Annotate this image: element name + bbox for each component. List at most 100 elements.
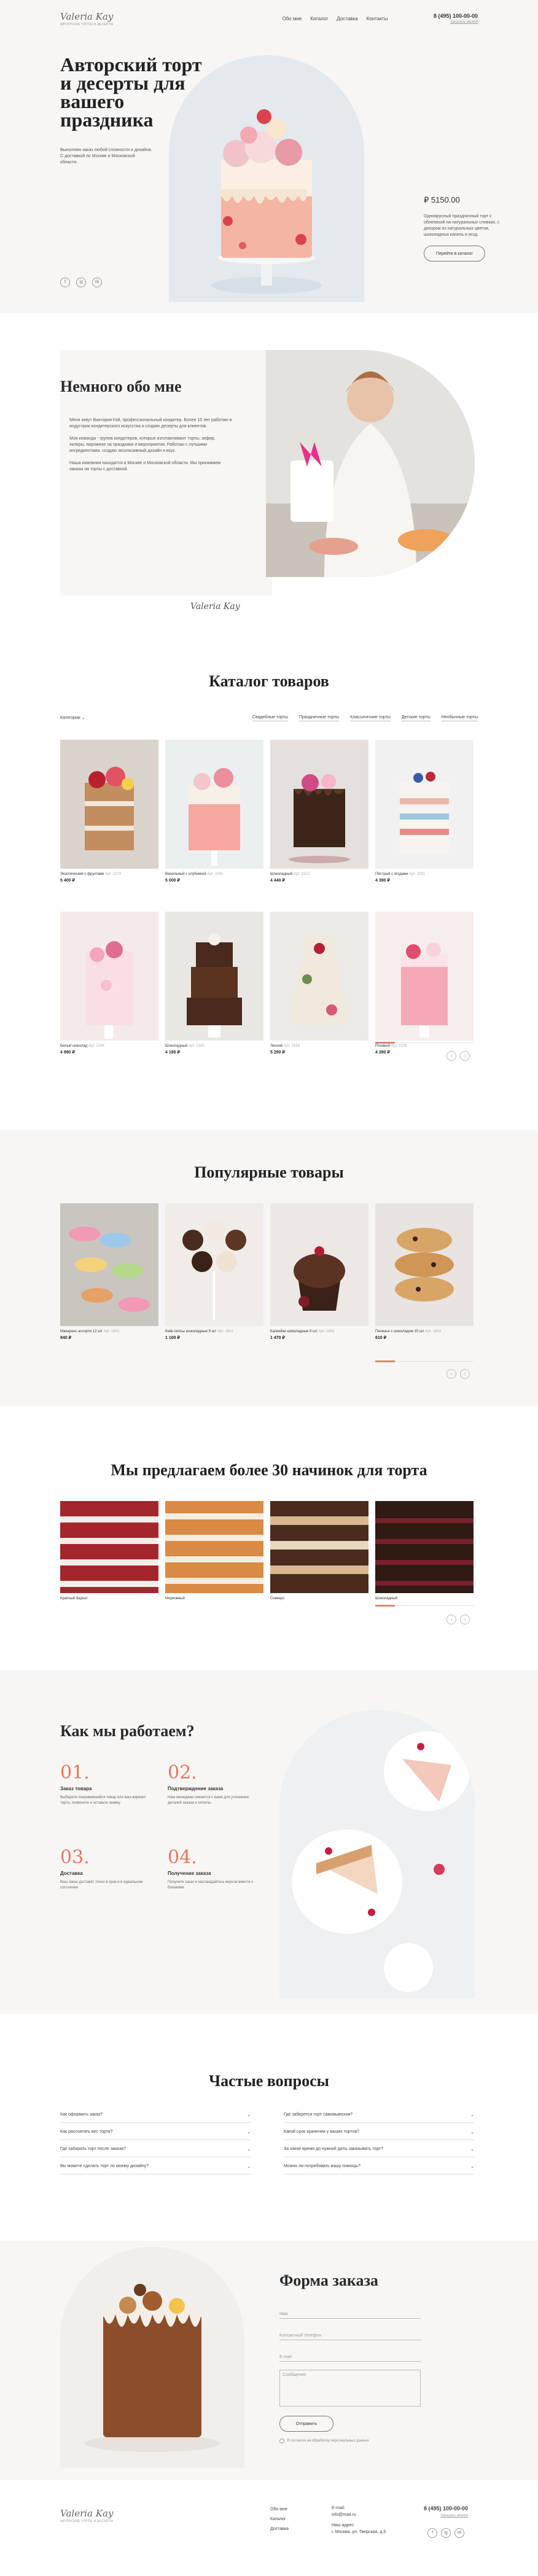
category-label: Категории (60, 716, 80, 720)
nav-item-catalog[interactable]: Каталог (310, 16, 328, 21)
next-arrow-icon[interactable]: › (460, 1051, 470, 1061)
logo[interactable]: Valeria Kay АВТОРСКИЕ ТОРТЫ И ДЕСЕРТЫ (60, 11, 114, 26)
logo-tagline: АВТОРСКИЕ ТОРТЫ И ДЕСЕРТЫ (60, 2520, 114, 2523)
phone-field[interactable]: Контактный телефон (279, 2327, 421, 2340)
email-label: E-mail: (332, 2506, 345, 2510)
step-title: Заказ товара (60, 1786, 92, 1791)
faq-question[interactable]: Какой срок хранения у ваших тортов? ⌄ (284, 2124, 474, 2140)
faq-question[interactable]: Можно ли потребовать вашу помощь? ⌄ (284, 2159, 474, 2174)
product-card[interactable]: Шоколадный Арт. 2180 4 190 ₽ (165, 912, 263, 1055)
filter-unusual[interactable]: Необычные торты (441, 715, 478, 721)
email-value[interactable]: info@mail.ru (332, 2512, 386, 2518)
how-title: Как мы работаем? (60, 1722, 195, 1740)
facebook-icon[interactable]: f (427, 2528, 438, 2538)
filling-card[interactable]: Шоколадный (375, 1501, 474, 1600)
footer-callback[interactable]: Заказать звонок (424, 2512, 468, 2520)
product-price: 5 400 ₽ (60, 879, 75, 883)
product-article: Арт. 2278 (105, 872, 122, 876)
instagram-icon[interactable]: ig (441, 2528, 451, 2538)
footer-link-catalog[interactable]: Каталог (270, 2515, 289, 2524)
about-paragraph: Меня зовут Виктория Кэй, профессиональны… (69, 418, 232, 429)
footer-contact-right: 8 (495) 100-00-00 Заказать звонок f ig vk (424, 2505, 468, 2538)
filling-image (165, 1501, 263, 1593)
step-number: 04. (168, 1847, 197, 1868)
filling-name: Шоколадный (375, 1597, 398, 1600)
popular-scroll-bar[interactable] (375, 1360, 474, 1362)
footer-contacts: E-mail: info@mail.ru Наш адрес: г. Москв… (332, 2505, 386, 2535)
product-card[interactable]: Печенье с шоколадом 10 шт Арт. 1804 610 … (375, 1203, 474, 1340)
next-arrow-icon[interactable]: › (460, 1369, 470, 1379)
about-title: Немного обо мне (60, 378, 182, 395)
prev-arrow-icon[interactable]: ‹ (446, 1369, 456, 1379)
filling-card[interactable]: Морковный (165, 1501, 263, 1600)
faq-question[interactable]: За какое время до нужной даты заказывать… (284, 2141, 474, 2157)
product-image (375, 1203, 474, 1326)
product-card[interactable]: Экзотический с фруктами Арт. 2278 5 400 … (60, 740, 158, 883)
faq-question[interactable]: Где забирать торт после заказа? ⌄ (60, 2141, 251, 2157)
page: Valeria Kay АВТОРСКИЕ ТОРТЫ И ДЕСЕРТЫ Об… (0, 0, 538, 2576)
instagram-icon[interactable]: ig (76, 277, 86, 287)
filter-wedding[interactable]: Свадебные торты (252, 715, 289, 721)
about-paragraph: Наша компания находится в Москве и Моско… (69, 461, 221, 471)
footer-link-delivery[interactable]: Доставка (270, 2524, 289, 2534)
nav-item-contacts[interactable]: Контакты (367, 16, 388, 21)
callback-link[interactable]: Заказать звонок (434, 20, 478, 24)
filter-kids[interactable]: Детские торты (401, 715, 431, 721)
name-field[interactable]: Имя (279, 2305, 421, 2319)
product-price: 4 390 ₽ (375, 879, 390, 883)
step-text: Получите заказ и наслаждайтесь вкусом вм… (168, 1880, 254, 1890)
filling-card[interactable]: Красный бархат (60, 1501, 158, 1600)
product-card[interactable]: Белый шоколад Арт. 2194 4 990 ₽ (60, 912, 158, 1055)
phone-number[interactable]: 8 (495) 100-00-00 (434, 13, 478, 19)
go-to-catalog-button[interactable]: Перейти в каталог (424, 246, 485, 262)
product-image (165, 740, 263, 869)
vk-icon[interactable]: vk (454, 2528, 465, 2538)
product-card[interactable]: Капкейки шоколадные 6 шт Арт. 1803 1 470… (270, 1203, 368, 1340)
facebook-icon[interactable]: f (60, 277, 70, 287)
chevron-down-icon: ⌄ (247, 2130, 251, 2135)
faq-question-text: Вы можете сделать торт по моему дизайну? (60, 2164, 149, 2168)
product-price: 610 ₽ (375, 1336, 387, 1340)
product-article: Арт. 2168 (283, 1044, 300, 1048)
nav-item-delivery[interactable]: Доставка (337, 16, 357, 21)
step-number: 02. (168, 1762, 197, 1783)
submit-button[interactable]: Отправить (279, 2416, 333, 2432)
nav-item-about[interactable]: Обо мне (282, 16, 302, 21)
faq-question-text: Где забирать торт после заказа? (60, 2147, 126, 2151)
footer-logo[interactable]: Valeria Kay АВТОРСКИЕ ТОРТЫ И ДЕСЕРТЫ (60, 2508, 114, 2523)
prev-arrow-icon[interactable]: ‹ (446, 1615, 456, 1624)
faq-question[interactable]: Где заберется торт самовывозом? ⌄ (284, 2107, 474, 2123)
product-card[interactable]: Розовый Арт. 2156 4 390 ₽ (375, 912, 474, 1055)
faq-question[interactable]: Как рассчитать вес торта? ⌄ (60, 2124, 251, 2140)
product-price: 4 190 ₽ (165, 1050, 180, 1055)
site-header: Valeria Kay АВТОРСКИЕ ТОРТЫ И ДЕСЕРТЫ Об… (0, 0, 538, 37)
next-arrow-icon[interactable]: › (460, 1615, 470, 1624)
product-card[interactable]: Пёстрый с ягодами Арт. 2201 4 390 ₽ (375, 740, 474, 883)
product-image (165, 912, 263, 1041)
product-card[interactable]: Макаронс ассорти 12 шт Арт. 1801 840 ₽ (60, 1203, 158, 1340)
consent-checkbox[interactable] (279, 2438, 284, 2443)
product-card[interactable]: Шоколадный Арт. 2213 4 440 ₽ (270, 740, 368, 883)
filter-classic[interactable]: Классические торты (350, 715, 391, 721)
site-footer: Valeria Kay АВТОРСКИЕ ТОРТЫ И ДЕСЕРТЫ Об… (0, 2480, 538, 2576)
filter-holiday[interactable]: Праздничные торты (299, 715, 340, 721)
footer-link-about[interactable]: Обо мне (270, 2505, 289, 2515)
product-card[interactable]: Ванильный с клубникой Арт. 2241 5 000 ₽ (165, 740, 263, 883)
category-dropdown[interactable]: Категории ⌄ (60, 715, 85, 721)
catalog-scroll-bar[interactable] (375, 1042, 474, 1044)
filling-card[interactable]: Сникерс (270, 1501, 368, 1600)
footer-phone[interactable]: 8 (495) 100-00-00 (424, 2505, 468, 2512)
product-card[interactable]: Кейк-попсы шоколадные 9 шт Арт. 1802 1 1… (165, 1203, 263, 1340)
faq-question[interactable]: Вы можете сделать торт по моему дизайну?… (60, 2159, 251, 2174)
product-card[interactable]: Лесной Арт. 2168 5 290 ₽ (270, 912, 368, 1055)
prev-arrow-icon[interactable]: ‹ (446, 1051, 456, 1061)
step-text: Выберите понравившийся товар или ваш вар… (60, 1796, 146, 1805)
vk-icon[interactable]: vk (92, 277, 102, 287)
product-image (60, 912, 158, 1041)
chevron-down-icon: ⌄ (247, 2147, 251, 2152)
message-field[interactable]: Сообщение (279, 2370, 421, 2407)
email-field[interactable]: E-mail (279, 2348, 421, 2362)
fillings-scroll-bar[interactable] (375, 1605, 474, 1607)
product-price: 1 100 ₽ (165, 1336, 180, 1340)
faq-question[interactable]: Как оформить заказ? ⌄ (60, 2107, 251, 2123)
